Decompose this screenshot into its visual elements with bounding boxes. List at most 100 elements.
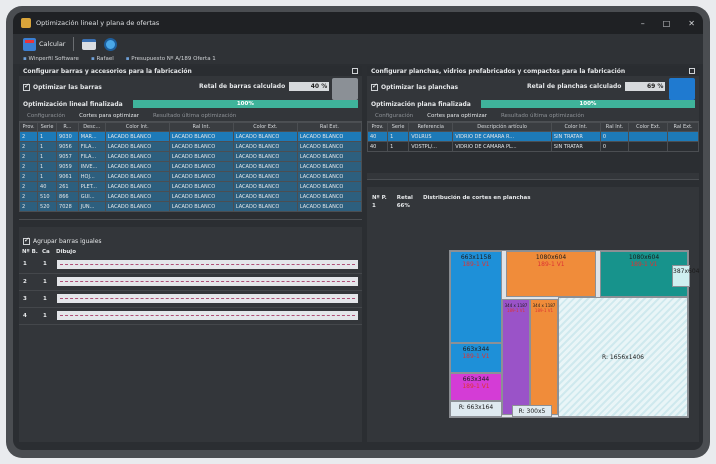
optimize-sheets-checkbox[interactable] <box>371 82 378 91</box>
panel-maximize-icon[interactable] <box>689 68 695 74</box>
column-header[interactable]: R... <box>56 122 79 132</box>
cut-piece[interactable]: 663x1158 189-1 V1 <box>450 251 502 343</box>
minimize-button[interactable]: – <box>641 19 645 28</box>
tools-button[interactable] <box>104 37 118 51</box>
bar-quantity: 1 <box>39 273 53 291</box>
calculator-icon <box>23 37 36 51</box>
col-retal: Retal <box>396 195 413 201</box>
panel-maximize-icon[interactable] <box>352 68 358 74</box>
cut-piece[interactable]: 387x604 <box>672 265 699 287</box>
horizontal-scrollbar[interactable] <box>367 179 699 187</box>
cut-piece[interactable]: 344 x 1187 189-1 V1 <box>502 299 530 415</box>
table-cell: LACADO BLANCO <box>168 141 234 152</box>
col-np: Nº P. <box>372 195 387 201</box>
column-header[interactable]: Serie <box>37 122 58 132</box>
table-cell: GUI... <box>77 191 106 202</box>
column-header[interactable]: Referencia <box>408 122 454 132</box>
app-window: Optimización lineal y plana de ofertas –… <box>13 12 703 450</box>
column-header[interactable]: Serie <box>387 122 410 132</box>
group-bars-label: Agrupar barras iguales <box>33 237 102 245</box>
table-cell: LACADO BLANCO <box>296 181 363 192</box>
table-row[interactable]: 2 1 9056 FILA... LACADO BLANCO LACADO BLANCO L… <box>18 141 363 152</box>
bars-progress-value: 100% <box>236 101 254 107</box>
table-cell <box>628 141 669 152</box>
bars-progress-label: Optimización lineal finalizada <box>23 100 123 108</box>
table-cell: LACADO BLANCO <box>104 141 170 152</box>
table-row[interactable]: 2 1 9057 FILA... LACADO BLANCO LACADO BLANCO L… <box>18 151 363 162</box>
sheets-progress-bar: 100% <box>480 100 695 108</box>
table-row[interactable]: 2 1 9061 HOJ... LACADO BLANCO LACADO BLANCO LA… <box>18 171 363 182</box>
tab-resultado[interactable]: Resultado última optimización <box>501 113 584 119</box>
cut-piece[interactable]: 663x344 189-1 V1 <box>450 373 502 401</box>
cut-piece[interactable]: 1080x604 189-1 V1 <box>506 251 596 297</box>
table-cell: LACADO BLANCO <box>168 171 234 182</box>
cut-piece[interactable]: R: 300x5 <box>512 405 552 417</box>
wrench-icon <box>104 37 118 51</box>
table-cell: LACADO BLANCO <box>296 171 363 182</box>
horizontal-scrollbar[interactable] <box>19 219 362 227</box>
table-row[interactable]: 40 1 VOSTPL/... VIDRIO DE CAMARA PL... SIN T… <box>366 141 699 152</box>
table-row[interactable]: 40 1 VOLRUS VIDRIO DE CAMARA R... SIN TRATAR… <box>366 131 699 142</box>
bar-quantity: 1 <box>39 307 53 325</box>
table-cell: 261 <box>56 181 79 192</box>
tab-configuracion[interactable]: Configuración <box>27 113 65 119</box>
piece-size: R: 1656x1406 <box>601 354 644 362</box>
column-header[interactable]: Descripción artículo <box>452 122 552 132</box>
maximize-button[interactable]: □ <box>663 19 671 28</box>
toolbar: Calcular <box>13 34 703 54</box>
table-cell: VIDRIO DE CAMARA R... <box>452 131 552 142</box>
column-header[interactable]: Ral Ext. <box>667 122 699 132</box>
tab-resultado[interactable]: Resultado última optimización <box>153 113 236 119</box>
bar-row[interactable]: 31 <box>19 290 362 308</box>
print-button[interactable] <box>82 38 97 50</box>
bar-row[interactable]: 21 <box>19 273 362 291</box>
table-cell: LACADO BLANCO <box>232 171 298 182</box>
table-cell: LACADO BLANCO <box>296 191 363 202</box>
cut-piece[interactable]: R: 663x164 <box>450 401 502 417</box>
piece-id: 189-1 V1 <box>506 307 526 313</box>
group-bars-checkbox[interactable] <box>23 236 30 245</box>
table-cell: LACADO BLANCO <box>104 131 170 142</box>
table-cell: 2 <box>18 131 39 142</box>
optimize-bars-label: Optimizar las barras <box>33 83 102 91</box>
table-cell: LACADO BLANCO <box>296 131 363 142</box>
cut-piece[interactable]: 344 x 1187 189-1 V1 <box>530 299 558 415</box>
table-row[interactable]: 2 1 9030 MAR... LACADO BLANCO LACADO BLANCO LA… <box>18 131 363 142</box>
column-header[interactable]: Ral Int. <box>599 122 630 132</box>
table-cell: LACADO BLANCO <box>232 151 298 162</box>
column-header[interactable]: Color Ext. <box>628 122 669 132</box>
cut-piece[interactable]: R: 1656x1406 <box>558 297 688 417</box>
cut-piece[interactable]: 663x344 189-1 V1 <box>450 343 502 373</box>
sheets-thumbnail-icon <box>669 78 695 100</box>
table-row[interactable]: 2 510 866 GUI... LACADO BLANCO LACADO BLANCO L… <box>18 191 363 202</box>
column-header[interactable]: Ral Int. <box>168 122 234 132</box>
column-header[interactable]: Ral Ext. <box>296 122 363 132</box>
printer-icon <box>82 38 97 50</box>
table-cell: 40 <box>366 141 389 152</box>
table-cell: 1 <box>37 161 58 172</box>
table-row[interactable]: 2 1 9059 INVE... LACADO BLANCO LACADO BLANCO L… <box>18 161 363 172</box>
column-header[interactable]: Prov. <box>18 122 39 132</box>
tab-configuracion[interactable]: Configuración <box>375 113 413 119</box>
table-row[interactable]: 2 40 261 PLET... LACADO BLANCO LACADO BLANCO L… <box>18 181 363 192</box>
tab-cortes[interactable]: Cortes para optimizar <box>427 113 487 119</box>
table-cell: 2 <box>18 171 39 182</box>
bars-progress-bar: 100% <box>132 100 358 108</box>
table-cell: LACADO BLANCO <box>232 181 298 192</box>
column-header[interactable]: Desc... <box>77 122 106 132</box>
column-header[interactable]: Prov. <box>366 122 389 132</box>
bar-drawing-cell <box>53 290 362 308</box>
column-header[interactable]: Color Ext. <box>232 122 298 132</box>
table-row[interactable]: 2 520 7028 JUN... LACADO BLANCO LACADO BLANCO… <box>18 201 363 212</box>
tab-cortes[interactable]: Cortes para optimizar <box>79 113 139 119</box>
column-header[interactable]: Color Int. <box>550 122 601 132</box>
calcular-button[interactable]: Calcular <box>23 37 65 51</box>
table-cell: HOJ... <box>77 171 106 182</box>
optimize-bars-checkbox[interactable] <box>23 82 30 91</box>
table-cell: LACADO BLANCO <box>232 201 298 212</box>
bar-row[interactable]: 41 <box>19 307 362 325</box>
bars-progress-row: Optimización lineal finalizada 100% <box>19 98 362 110</box>
close-button[interactable]: ✕ <box>688 19 695 28</box>
column-header[interactable]: Color Int. <box>104 122 170 132</box>
bar-row[interactable]: 11 <box>19 256 362 274</box>
